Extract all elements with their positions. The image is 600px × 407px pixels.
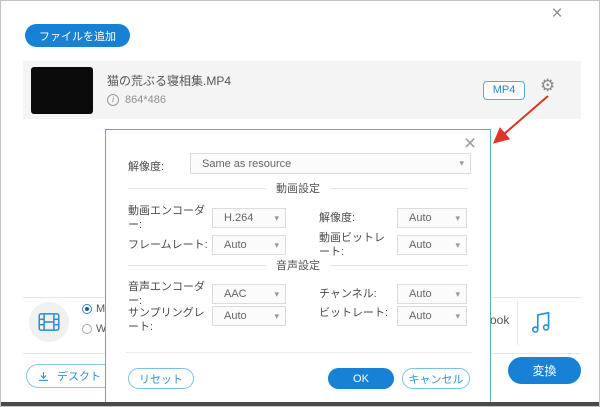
reset-button[interactable]: リセット <box>128 368 194 389</box>
samplerate-label: サンプリングレート: <box>128 307 205 333</box>
chevron-down-icon: ▾ <box>455 212 460 223</box>
framerate-select[interactable]: Auto ▾ <box>212 235 286 255</box>
chevron-down-icon: ▾ <box>274 239 279 250</box>
audio-section-title: 音声設定 <box>276 260 320 272</box>
desktop-button-label: デスクト <box>57 371 101 383</box>
cancel-button[interactable]: キャンセル <box>402 368 470 389</box>
film-icon <box>29 302 69 342</box>
video-bitrate-select[interactable]: Auto ▾ <box>397 235 467 255</box>
audio-bitrate-select[interactable]: Auto ▾ <box>397 306 467 326</box>
chevron-down-icon: ▾ <box>455 239 460 250</box>
audio-encoder-value: AAC <box>224 288 247 300</box>
framerate-value: Auto <box>224 239 247 251</box>
samplerate-select[interactable]: Auto ▾ <box>212 306 286 326</box>
video-resolution-select[interactable]: Auto ▾ <box>397 208 467 228</box>
download-icon <box>39 371 48 381</box>
video-encoder-label: 動画エンコーダー: <box>128 205 205 231</box>
video-encoder-select[interactable]: H.264 ▾ <box>212 208 286 228</box>
video-thumbnail <box>31 67 93 114</box>
music-note-icon[interactable] <box>528 307 554 342</box>
video-row-1: 動画エンコーダー: H.264 ▾ 解像度: Auto ▾ <box>128 204 469 232</box>
settings-dialog: × 解像度: Same as resource ▾ 動画設定 動画エンコーダー:… <box>105 129 491 404</box>
audio-row-1: 音声エンコーダー: AAC ▾ チャンネル: Auto ▾ <box>128 280 469 308</box>
video-resolution-label: 解像度: <box>319 212 356 224</box>
audio-encoder-label: 音声エンコーダー: <box>128 281 205 307</box>
file-info: i 864*486 <box>107 94 166 106</box>
video-row-2: フレームレート: Auto ▾ 動画ビットレート: Auto ▾ <box>128 231 469 259</box>
video-bitrate-value: Auto <box>409 239 432 251</box>
resolution-select[interactable]: Same as resource ▾ <box>190 153 471 174</box>
dialog-separator <box>126 352 472 353</box>
window-bottom-edge <box>1 402 599 406</box>
vertical-divider <box>517 301 518 345</box>
video-encoder-value: H.264 <box>224 212 254 224</box>
gear-icon[interactable]: ⚙ <box>540 76 555 96</box>
resolution-label: 解像度: <box>128 161 165 173</box>
channel-value: Auto <box>409 288 432 300</box>
chevron-down-icon: ▾ <box>455 310 460 321</box>
chevron-down-icon: ▾ <box>274 212 279 223</box>
file-name: 猫の荒ぶる寝相集.MP4 <box>107 74 232 88</box>
video-section-header: 動画設定 <box>106 180 490 196</box>
add-file-button[interactable]: ファイルを追加 <box>25 24 130 47</box>
framerate-label: フレームレート: <box>128 239 208 251</box>
file-row[interactable]: 猫の荒ぶる寝相集.MP4 i 864*486 MP4 ⚙ <box>23 61 581 119</box>
radio-unselected-icon[interactable] <box>82 324 92 334</box>
video-section-title: 動画設定 <box>276 183 320 195</box>
format-badge[interactable]: MP4 <box>483 81 525 100</box>
samplerate-value: Auto <box>224 310 247 322</box>
channel-select[interactable]: Auto ▾ <box>397 284 467 304</box>
chevron-down-icon: ▾ <box>459 158 464 168</box>
ok-button[interactable]: OK <box>328 368 394 389</box>
channel-label: チャンネル: <box>319 288 377 300</box>
radio-selected-icon[interactable] <box>82 304 92 314</box>
radio-option-1[interactable]: M <box>82 303 105 315</box>
convert-button[interactable]: 変換 <box>508 357 581 384</box>
video-bitrate-label: 動画ビットレート: <box>319 232 385 258</box>
audio-row-2: サンプリングレート: Auto ▾ ビットレート: Auto ▾ <box>128 306 469 334</box>
video-resolution-value: Auto <box>409 212 432 224</box>
audio-section-header: 音声設定 <box>106 257 490 273</box>
audio-bitrate-label: ビットレート: <box>319 307 389 319</box>
radio-option-2[interactable]: W <box>82 323 106 335</box>
audio-encoder-select[interactable]: AAC ▾ <box>212 284 286 304</box>
chevron-down-icon: ▾ <box>455 288 460 299</box>
radio-option-1-label: M <box>96 303 106 315</box>
audio-bitrate-value: Auto <box>409 310 432 322</box>
chevron-down-icon: ▾ <box>274 288 279 299</box>
window-close-icon[interactable]: × <box>546 3 568 25</box>
chevron-down-icon: ▾ <box>274 310 279 321</box>
file-resolution: 864*486 <box>125 94 166 106</box>
truncated-text: ook <box>490 313 510 327</box>
app-window: ファイルを追加 × 猫の荒ぶる寝相集.MP4 i 864*486 MP4 ⚙ M <box>0 0 600 407</box>
resolution-select-value: Same as resource <box>202 157 292 170</box>
info-icon: i <box>107 94 119 106</box>
